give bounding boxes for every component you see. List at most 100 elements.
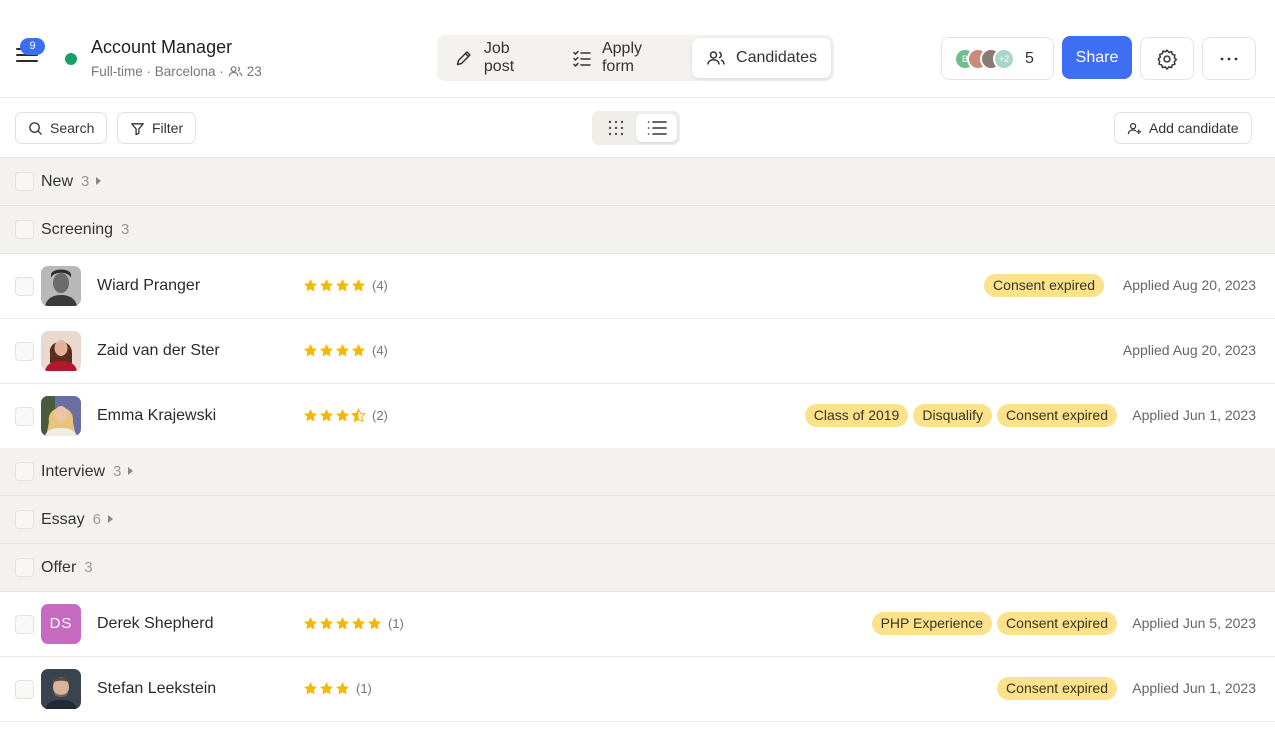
candidate-row[interactable]: Emma Krajewski (2) Class of 2019 Disqual… bbox=[0, 384, 1275, 449]
star-icon bbox=[352, 617, 365, 630]
stage-label: Offer 3 bbox=[41, 559, 93, 577]
rating-count: (4) bbox=[372, 278, 388, 293]
tag-badge[interactable]: Disqualify bbox=[913, 404, 993, 427]
stage-row-offer[interactable]: Offer 3 bbox=[0, 544, 1275, 592]
stage-name: Screening bbox=[41, 220, 114, 238]
tab-label: Candidates bbox=[736, 49, 817, 66]
member-avatar-more: +2 bbox=[993, 47, 1015, 70]
stage-label: Screening 3 bbox=[41, 221, 129, 239]
star-icon bbox=[304, 409, 317, 422]
users-icon bbox=[707, 51, 725, 65]
candidate-name: Stefan Leekstein bbox=[97, 680, 217, 697]
job-candidate-count: 23 bbox=[246, 64, 262, 79]
star-icon bbox=[352, 344, 365, 357]
stage-count: 3 bbox=[84, 558, 93, 576]
star-icon bbox=[336, 344, 349, 357]
star-icon bbox=[304, 344, 317, 357]
candidate-checkbox[interactable] bbox=[15, 342, 34, 361]
job-tabs: Job post Apply form Candidates bbox=[437, 35, 834, 81]
rating-count: (1) bbox=[356, 681, 372, 696]
applied-date: Applied Jun 1, 2023 bbox=[1132, 680, 1256, 696]
stage-checkbox[interactable] bbox=[15, 558, 34, 577]
job-title: Account Manager bbox=[91, 37, 233, 57]
tag-badge[interactable]: Consent expired bbox=[984, 274, 1104, 297]
job-status-dot bbox=[65, 53, 77, 65]
candidate-checkbox[interactable] bbox=[15, 680, 34, 699]
app-header: 9 Account Manager Full-time · Barcelona … bbox=[0, 0, 1275, 98]
board-view-button[interactable] bbox=[595, 114, 636, 142]
search-button[interactable]: Search bbox=[15, 112, 108, 144]
avatar bbox=[41, 331, 81, 371]
team-members-button[interactable]: B +2 5 bbox=[941, 37, 1054, 80]
star-icon bbox=[336, 279, 349, 292]
tag-list: Consent expired bbox=[997, 677, 1117, 700]
tag-badge[interactable]: Class of 2019 bbox=[804, 404, 909, 427]
tag-badge[interactable]: Consent expired bbox=[997, 612, 1117, 635]
candidate-name: Derek Shepherd bbox=[97, 615, 214, 632]
candidate-row[interactable]: Zaid van der Ster (4) Applied Aug 20, 20… bbox=[0, 319, 1275, 384]
avatar bbox=[41, 669, 81, 709]
rating-count: (4) bbox=[372, 343, 388, 358]
stage-row-essay[interactable]: Essay 6 bbox=[0, 496, 1275, 544]
grid-dots-icon bbox=[608, 120, 623, 136]
add-candidate-button[interactable]: Add candidate bbox=[1114, 112, 1252, 144]
checklist-icon bbox=[573, 50, 591, 68]
candidate-row[interactable]: DS Derek Shepherd (1) PHP Experience Con… bbox=[0, 592, 1275, 657]
tag-badge[interactable]: Consent expired bbox=[997, 404, 1117, 427]
star-icon bbox=[336, 617, 349, 630]
tab-apply-form[interactable]: Apply form bbox=[558, 38, 692, 78]
candidate-row[interactable]: Wiard Pranger (4) Consent expired Applie… bbox=[0, 254, 1275, 319]
filter-button[interactable]: Filter bbox=[117, 112, 197, 144]
job-meta-text: Full-time · Barcelona · bbox=[91, 64, 224, 79]
more-options-button[interactable] bbox=[1202, 37, 1256, 80]
avatar: DS bbox=[41, 604, 81, 644]
view-toggle bbox=[592, 111, 680, 145]
tab-label: Job post bbox=[483, 40, 515, 75]
settings-button[interactable] bbox=[1140, 37, 1194, 80]
tab-label: Apply form bbox=[601, 40, 642, 75]
caret-right-icon bbox=[96, 177, 102, 186]
stage-label: Essay 6 bbox=[41, 511, 113, 529]
tab-job-post[interactable]: Job post bbox=[440, 38, 558, 78]
stage-count: 3 bbox=[81, 172, 90, 190]
users-icon bbox=[228, 66, 242, 77]
candidate-checkbox[interactable] bbox=[15, 277, 34, 296]
gear-icon bbox=[1157, 48, 1178, 70]
list-view-button[interactable] bbox=[636, 114, 677, 142]
share-button[interactable]: Share bbox=[1062, 36, 1132, 79]
candidate-name: Wiard Pranger bbox=[97, 277, 201, 294]
tag-badge[interactable]: PHP Experience bbox=[871, 612, 993, 635]
star-icon bbox=[304, 617, 317, 630]
caret-right-icon bbox=[128, 467, 134, 476]
stage-checkbox[interactable] bbox=[15, 510, 34, 529]
candidate-checkbox[interactable] bbox=[15, 407, 34, 426]
star-icon bbox=[352, 279, 365, 292]
star-rating: (4) bbox=[303, 278, 388, 293]
tag-list: Class of 2019 Disqualify Consent expired bbox=[804, 404, 1117, 427]
star-icon bbox=[304, 682, 317, 695]
tab-candidates[interactable]: Candidates bbox=[692, 38, 831, 78]
filter-icon bbox=[131, 122, 144, 135]
candidate-row[interactable]: Stefan Leekstein (1) Consent expired App… bbox=[0, 657, 1275, 722]
stage-checkbox[interactable] bbox=[15, 462, 34, 481]
member-count: 5 bbox=[1025, 49, 1034, 67]
stage-row-interview[interactable]: Interview 3 bbox=[0, 448, 1275, 496]
avatar bbox=[41, 396, 81, 436]
tag-badge[interactable]: Consent expired bbox=[997, 677, 1117, 700]
menu-icon-bar bbox=[16, 60, 38, 62]
rating-count: (1) bbox=[388, 616, 404, 631]
stage-checkbox[interactable] bbox=[15, 172, 34, 191]
star-half-icon bbox=[351, 408, 366, 423]
star-icon bbox=[368, 617, 381, 630]
job-meta: Full-time · Barcelona · 23 bbox=[91, 64, 262, 79]
star-icon bbox=[320, 344, 333, 357]
stage-count: 3 bbox=[113, 462, 122, 480]
stage-row-screening[interactable]: Screening 3 bbox=[0, 206, 1275, 254]
star-rating: (1) bbox=[303, 681, 372, 696]
star-rating: (2) bbox=[303, 408, 388, 423]
rating-count: (2) bbox=[372, 408, 388, 423]
stage-checkbox[interactable] bbox=[15, 220, 34, 239]
candidate-checkbox[interactable] bbox=[15, 615, 34, 634]
tag-list: Consent expired bbox=[984, 274, 1104, 297]
stage-row-new[interactable]: New 3 bbox=[0, 158, 1275, 206]
